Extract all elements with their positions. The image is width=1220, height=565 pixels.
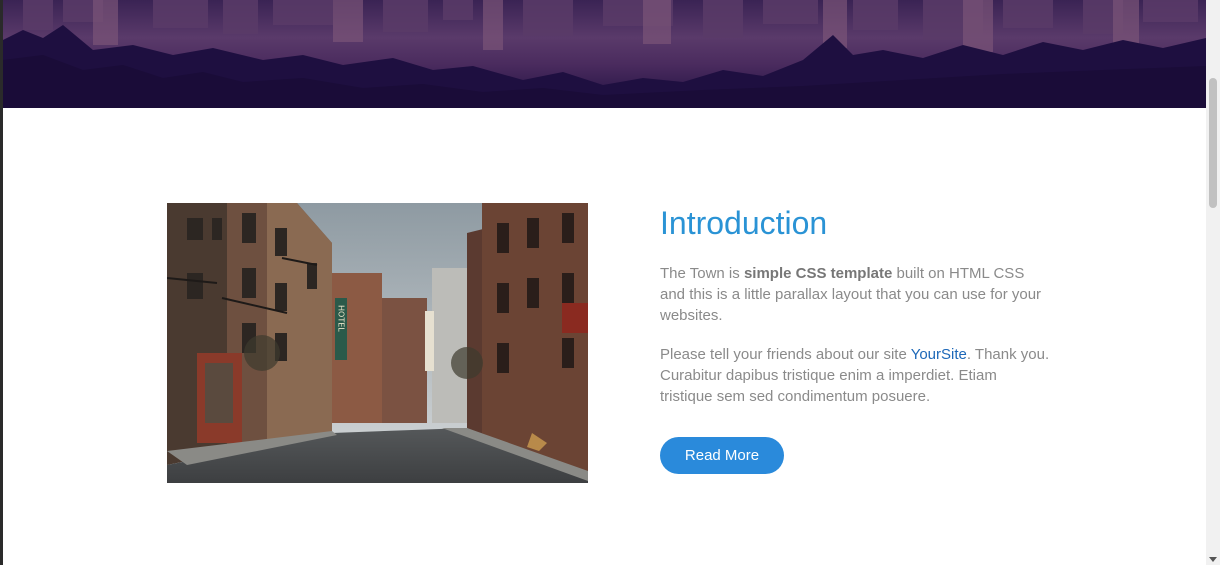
- intro-paragraph-1: The Town is simple CSS template built on…: [660, 263, 1050, 326]
- hero-banner: [3, 0, 1206, 108]
- city-skyline-image: [3, 0, 1206, 108]
- section-title: Introduction: [660, 205, 828, 241]
- intro-bold-text: simple CSS template: [743, 265, 893, 282]
- scrollbar-thumb[interactable]: [1209, 78, 1217, 208]
- introduction-block: Introduction The Town is simple CSS temp…: [660, 203, 1050, 474]
- scroll-down-arrow-icon[interactable]: [1209, 557, 1217, 562]
- intro-paragraph-2: Please tell your friends about our site …: [660, 344, 1050, 407]
- read-more-button[interactable]: Read More: [660, 437, 784, 474]
- yoursite-link[interactable]: YourSite: [911, 346, 967, 363]
- intro-text: Please tell your friends about our site: [660, 346, 911, 363]
- hotel-sign: HOTEL: [337, 305, 346, 332]
- town-street-photo: HOTEL: [167, 203, 588, 483]
- content-section: HOTEL Introduction The Town is simple CS…: [3, 108, 1206, 565]
- intro-text: The Town is: [660, 265, 744, 282]
- vertical-scrollbar[interactable]: [1206, 0, 1220, 565]
